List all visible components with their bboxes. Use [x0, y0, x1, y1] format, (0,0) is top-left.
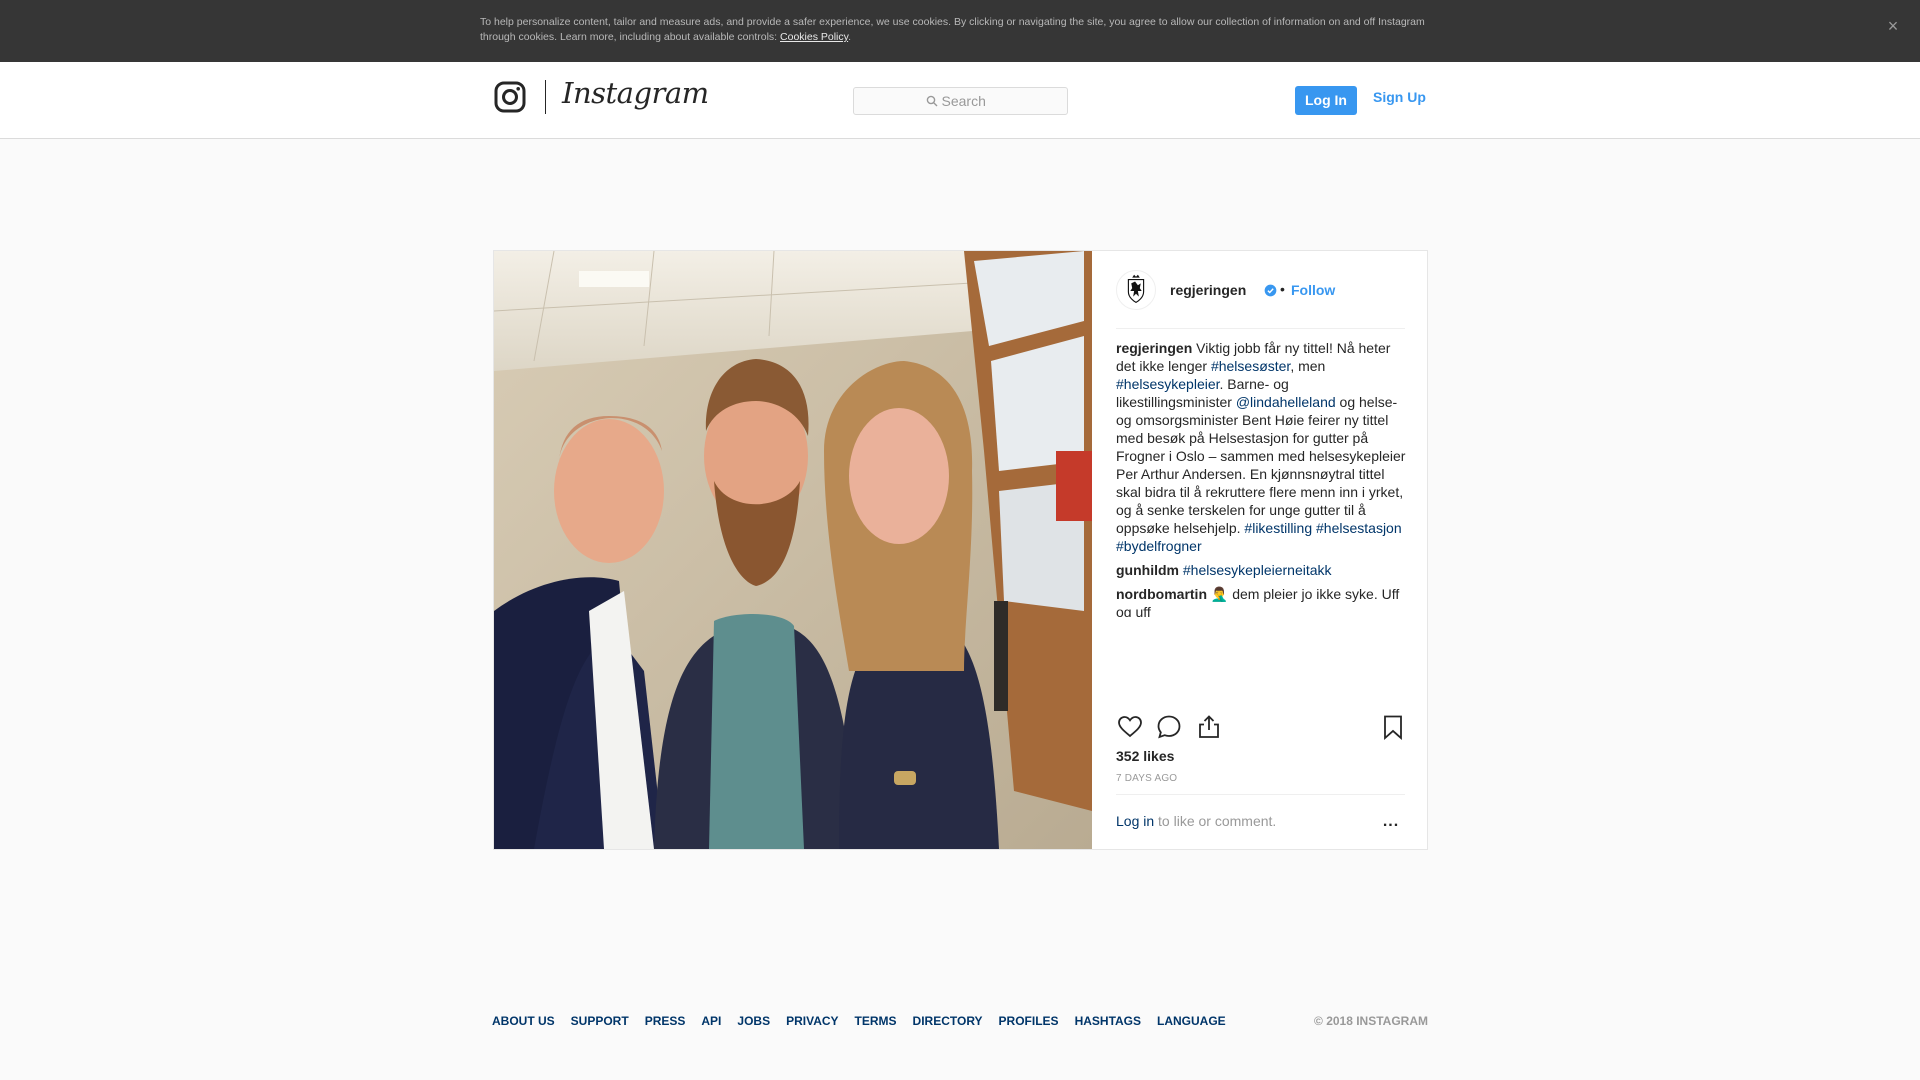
cookie-banner: To help personalize content, tailor and …: [0, 0, 1920, 62]
post-header: regjeringen • Follow: [1116, 251, 1405, 329]
caption: regjeringen Viktig jobb får ny tittel! N…: [1116, 339, 1406, 555]
comment-row: nordbomartin 🤦‍♂️ dem pleier jo ikke syk…: [1116, 585, 1406, 617]
login-prompt: Log in to like or comment.: [1116, 813, 1276, 829]
follow-button[interactable]: Follow: [1291, 282, 1335, 298]
comments-list: regjeringen Viktig jobb får ny tittel! N…: [1116, 339, 1406, 617]
caption-username[interactable]: regjeringen: [1116, 340, 1192, 356]
login-button[interactable]: Log In: [1295, 86, 1357, 115]
hashtag-link[interactable]: #helsesykepleier: [1116, 376, 1220, 392]
post-photo-image: [494, 251, 1092, 849]
share-icon[interactable]: [1195, 713, 1223, 741]
post-actions: [1116, 713, 1405, 743]
bookmark-icon[interactable]: [1379, 713, 1407, 741]
login-prompt-text: to like or comment.: [1154, 813, 1277, 829]
signup-link[interactable]: Sign Up: [1373, 89, 1426, 105]
footer-link-profiles[interactable]: PROFILES: [999, 1014, 1059, 1028]
footer-nav: ABOUT US SUPPORT PRESS API JOBS PRIVACY TERMS D…: [492, 1014, 1428, 1028]
comment-text: , men: [1290, 358, 1326, 374]
footer-link-terms[interactable]: TERMS: [855, 1014, 897, 1028]
avatar[interactable]: [1116, 270, 1156, 310]
verified-badge-icon: [1264, 284, 1277, 297]
post-photo[interactable]: [494, 251, 1092, 849]
search-icon: [926, 95, 937, 107]
footer-link-directory[interactable]: DIRECTORY: [913, 1014, 983, 1028]
page-footer: ABOUT US SUPPORT PRESS API JOBS PRIVACY TERMS D…: [492, 1014, 1428, 1030]
comment-rows: gunhildm #helsesykepleierneitakk nordboma…: [1116, 561, 1406, 617]
post-card: regjeringen • Follow regjeringen Viktig …: [493, 250, 1428, 850]
hashtag-link[interactable]: #bydelfrogner: [1116, 538, 1202, 554]
close-icon[interactable]: ×: [1882, 15, 1904, 37]
footer-link-press[interactable]: PRESS: [645, 1014, 686, 1028]
footer-link-hashtags[interactable]: HASHTAGS: [1075, 1014, 1141, 1028]
cookie-message: To help personalize content, tailor and …: [480, 16, 1425, 43]
post-sidebar: regjeringen • Follow regjeringen Viktig …: [1093, 251, 1428, 849]
instagram-camera-icon[interactable]: [494, 81, 526, 113]
search-input[interactable]: [941, 93, 996, 109]
logo-divider: [545, 80, 546, 114]
hashtag-link[interactable]: #helsesøster: [1211, 358, 1290, 374]
coat-of-arms-icon: [1127, 274, 1145, 303]
footer-link-privacy[interactable]: PRIVACY: [786, 1014, 838, 1028]
comment-username[interactable]: gunhildm: [1116, 562, 1179, 578]
post-timestamp[interactable]: 7 DAYS AGO: [1116, 773, 1177, 784]
footer-link-api[interactable]: API: [701, 1014, 721, 1028]
cookie-period: .: [848, 31, 852, 43]
caption-text: Viktig jobb får ny tittel! Nå heter det …: [1116, 340, 1405, 554]
mention-link[interactable]: @lindahelleland: [1236, 394, 1336, 410]
footer-link-jobs[interactable]: JOBS: [737, 1014, 770, 1028]
hashtag-link[interactable]: #helsestasjon: [1316, 520, 1402, 536]
more-options-icon[interactable]: ...: [1377, 814, 1405, 832]
footer-link-language[interactable]: LANGUAGE: [1157, 1014, 1226, 1028]
copyright: © 2018 INSTAGRAM: [1314, 1014, 1428, 1028]
hashtag-link[interactable]: #likestilling: [1244, 520, 1312, 536]
heart-icon[interactable]: [1116, 713, 1144, 741]
login-link[interactable]: Log in: [1116, 813, 1154, 829]
top-nav: Instagram Log In Sign Up: [0, 62, 1920, 139]
comment-text: og helse- og omsorgsminister Bent Høie f…: [1116, 394, 1406, 536]
divider: [1116, 794, 1405, 795]
likes-count[interactable]: 352 likes: [1116, 748, 1174, 764]
hashtag-link[interactable]: #helsesykepleierneitakk: [1183, 562, 1332, 578]
footer-link-about-us[interactable]: ABOUT US: [492, 1014, 555, 1028]
comment-row: gunhildm #helsesykepleierneitakk: [1116, 561, 1406, 579]
footer-link-support[interactable]: SUPPORT: [571, 1014, 629, 1028]
separator-dot: •: [1280, 281, 1285, 297]
comment-icon[interactable]: [1155, 713, 1183, 741]
comment-username[interactable]: nordbomartin: [1116, 586, 1207, 602]
search-box[interactable]: [853, 87, 1068, 115]
cookies-policy-link[interactable]: Cookies Policy: [780, 31, 848, 43]
post-author-username[interactable]: regjeringen: [1170, 282, 1246, 298]
instagram-wordmark[interactable]: Instagram: [562, 76, 709, 110]
cookie-text: To help personalize content, tailor and …: [480, 15, 1440, 45]
